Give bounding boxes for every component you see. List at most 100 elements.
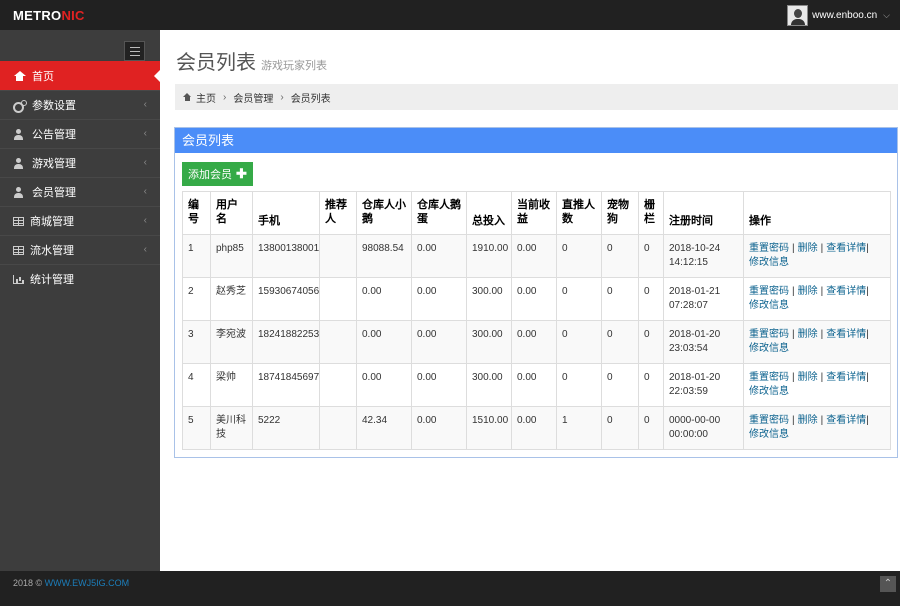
- table-cell: 18241882253: [252, 320, 320, 364]
- edit-info-link[interactable]: 修改信息: [749, 300, 789, 311]
- delete-link[interactable]: 删除: [798, 286, 818, 297]
- separator: |: [792, 415, 795, 426]
- scroll-to-top-button[interactable]: ⌃: [880, 576, 896, 592]
- sidebar-item-announcements[interactable]: 公告管理 ‹: [0, 119, 160, 148]
- table-cell: 1: [182, 234, 211, 278]
- table-icon: [13, 216, 24, 226]
- row-actions: 重置密码 | 删除 | 查看详情| 修改信息: [743, 320, 891, 364]
- edit-info-link[interactable]: 修改信息: [749, 386, 789, 397]
- delete-link[interactable]: 删除: [798, 329, 818, 340]
- delete-link[interactable]: 删除: [798, 243, 818, 254]
- breadcrumb-member-list[interactable]: 会员列表: [291, 90, 331, 105]
- separator: |: [866, 286, 869, 297]
- table-cell: 0.00: [411, 277, 467, 321]
- table-cell: 梁帅: [210, 363, 253, 407]
- delete-link[interactable]: 删除: [798, 372, 818, 383]
- plus-icon: ✚: [236, 166, 247, 181]
- sidebar-item-label: 商城管理: [30, 216, 74, 228]
- table-cell: [319, 277, 357, 321]
- table-cell: 0.00: [511, 406, 557, 450]
- edit-info-link[interactable]: 修改信息: [749, 257, 789, 268]
- user-name[interactable]: www.enboo.cn: [812, 10, 877, 21]
- table-cell: [319, 363, 357, 407]
- table-cell: 0.00: [356, 277, 412, 321]
- sidebar-item-games[interactable]: 游戏管理 ‹: [0, 148, 160, 177]
- table-cell: 0: [556, 277, 602, 321]
- table-cell: [319, 234, 357, 278]
- page-title: 会员列表 游戏玩家列表: [176, 46, 327, 75]
- row-actions: 重置密码 | 删除 | 查看详情| 修改信息: [743, 277, 891, 321]
- sidebar-item-statistics[interactable]: 统计管理: [0, 264, 160, 293]
- table-cell: 2: [182, 277, 211, 321]
- view-details-link[interactable]: 查看详情: [826, 415, 866, 426]
- chevron-left-icon: ‹: [143, 99, 147, 110]
- avatar[interactable]: [787, 4, 809, 26]
- table-cell: 赵秀芝: [210, 277, 253, 321]
- reset-password-link[interactable]: 重置密码: [749, 415, 789, 426]
- separator: |: [820, 286, 824, 297]
- table-cell: 0.00: [356, 320, 412, 364]
- add-member-button[interactable]: 添加会员 ✚: [182, 162, 253, 186]
- table-cell: 0.00: [411, 234, 467, 278]
- table-row: 1 php85 13800138001 98088.54 0.00 1910.0…: [182, 234, 891, 278]
- sidebar-item-shop[interactable]: 商城管理 ‹: [0, 206, 160, 235]
- sidebar-item-label: 统计管理: [30, 274, 74, 286]
- chevron-left-icon: ‹: [143, 186, 147, 197]
- main-content: 会员列表 游戏玩家列表 主页 › 会员管理 › 会员列表 会员列表 添加会员 ✚ 编…: [160, 30, 900, 571]
- table-cell: 0: [638, 363, 664, 407]
- member-table: 编号 用户名 手机 推荐人 仓库人小鹅 仓库人鹅蛋 总投入 当前收益 直推人数 …: [182, 191, 891, 450]
- reset-password-link[interactable]: 重置密码: [749, 329, 789, 340]
- footer-copyright: 2018 © WWW.EWJ5IG.COM: [13, 578, 129, 588]
- menu-icon-line: [130, 47, 140, 48]
- table-cell: 98088.54: [356, 234, 412, 278]
- sidebar-item-transactions[interactable]: 流水管理 ‹: [0, 235, 160, 264]
- table-cell: 13800138001: [252, 234, 320, 278]
- separator: |: [866, 329, 869, 340]
- table-cell: 0: [601, 234, 639, 278]
- column-header: 仓库人小鹅: [356, 191, 412, 235]
- reset-password-link[interactable]: 重置密码: [749, 243, 789, 254]
- table-cell: php85: [210, 234, 253, 278]
- table-cell: 0: [601, 320, 639, 364]
- table-cell: 5222: [252, 406, 320, 450]
- table-cell: 0.00: [511, 363, 557, 407]
- sidebar-item-home[interactable]: 首页: [0, 61, 161, 90]
- edit-info-link[interactable]: 修改信息: [749, 429, 789, 440]
- reset-password-link[interactable]: 重置密码: [749, 286, 789, 297]
- table-cell: 300.00: [466, 320, 512, 364]
- table-cell: 0.00: [511, 320, 557, 364]
- view-details-link[interactable]: 查看详情: [826, 243, 866, 254]
- breadcrumb-members[interactable]: 会员管理: [233, 90, 273, 105]
- logo[interactable]: METRONIC: [13, 8, 85, 23]
- table-body: 1 php85 13800138001 98088.54 0.00 1910.0…: [182, 234, 891, 450]
- edit-info-link[interactable]: 修改信息: [749, 343, 789, 354]
- view-details-link[interactable]: 查看详情: [826, 286, 866, 297]
- table-row: 5 美川科技 5222 42.34 0.00 1510.00 0.00 1 0 …: [182, 406, 891, 450]
- view-details-link[interactable]: 查看详情: [826, 372, 866, 383]
- user-menu[interactable]: www.enboo.cn ⌵: [787, 4, 890, 26]
- table-cell: 0: [601, 277, 639, 321]
- table-cell: 0.00: [511, 234, 557, 278]
- column-header: 用户名: [210, 191, 253, 235]
- table-cell: 0: [638, 277, 664, 321]
- sidebar-item-settings[interactable]: 参数设置 ‹: [0, 90, 160, 119]
- sidebar-item-label: 参数设置: [32, 100, 76, 112]
- sidebar-item-members[interactable]: 会员管理 ‹: [0, 177, 160, 206]
- chevron-right-icon: ›: [223, 91, 227, 103]
- footer-link[interactable]: WWW.EWJ5IG.COM: [45, 578, 130, 588]
- table-cell: 0.00: [511, 277, 557, 321]
- separator: |: [792, 286, 795, 297]
- column-header: 直推人数: [556, 191, 602, 235]
- delete-link[interactable]: 删除: [798, 415, 818, 426]
- column-header: 栅栏: [638, 191, 664, 235]
- breadcrumb-home[interactable]: 主页: [196, 90, 216, 105]
- chevron-down-icon[interactable]: ⌵: [883, 10, 890, 21]
- sidebar-toggler[interactable]: [124, 41, 145, 61]
- view-details-link[interactable]: 查看详情: [826, 329, 866, 340]
- separator: |: [866, 243, 869, 254]
- reset-password-link[interactable]: 重置密码: [749, 372, 789, 383]
- separator: |: [820, 372, 824, 383]
- user-icon: [13, 186, 26, 198]
- column-header: 推荐人: [319, 191, 357, 235]
- sidebar-item-label: 流水管理: [30, 245, 74, 257]
